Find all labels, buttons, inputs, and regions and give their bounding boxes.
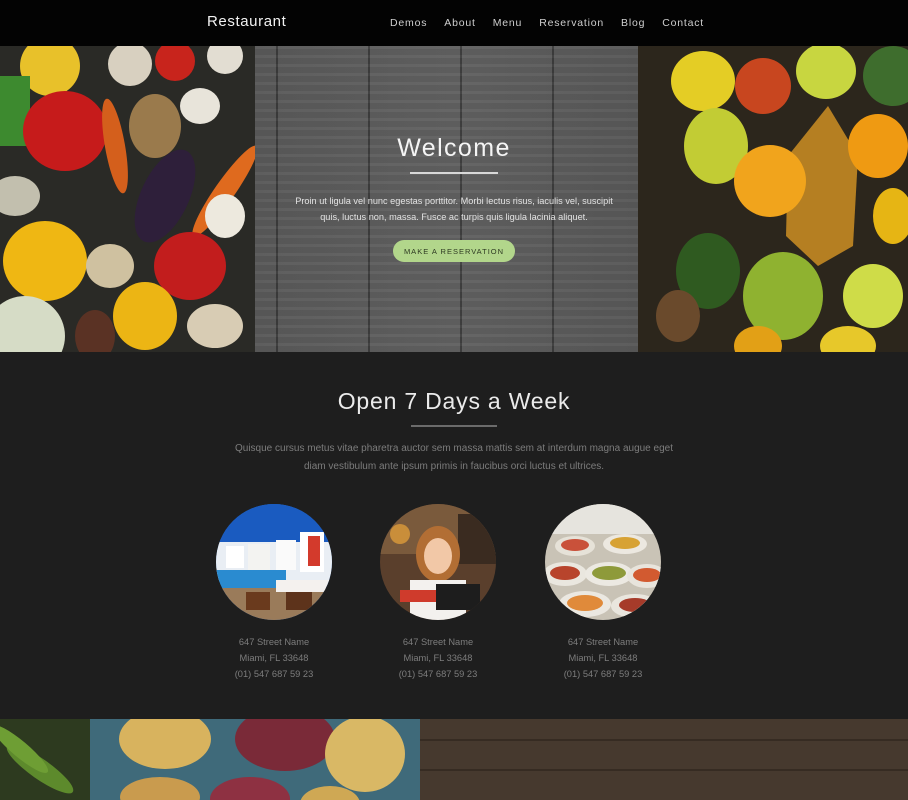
brand-logo[interactable]: Restaurant — [207, 13, 286, 30]
section-title: Open 7 Days a Week — [337, 388, 571, 414]
phone-number: (01) 547 687 59 23 — [563, 669, 643, 679]
make-reservation-button[interactable]: MAKE A RESERVATION — [393, 240, 515, 262]
nav-link-reservation[interactable]: Reservation — [539, 17, 604, 29]
location-card: 647 Street Name Miami, FL 33648 (01) 547… — [545, 504, 663, 679]
location-card: 647 Street Name Miami, FL 33648 (01) 547… — [380, 504, 498, 679]
city-address: Miami, FL 33648 — [403, 653, 473, 663]
location-address: 647 Street Name Miami, FL 33648 (01) 547… — [525, 634, 681, 682]
seaside-restaurant-photo[interactable] — [216, 504, 332, 620]
fruits-image — [638, 46, 908, 352]
phone-number: (01) 547 687 59 23 — [398, 669, 478, 679]
hours-section: Open 7 Days a Week Quisque cursus metus … — [0, 352, 908, 719]
section-divider — [411, 425, 497, 427]
waitress-photo[interactable] — [380, 504, 496, 620]
phone-number: (01) 547 687 59 23 — [234, 669, 314, 679]
nav-link-demos[interactable]: Demos — [390, 17, 427, 29]
hero-banner: Welcome Proin ut ligula vel nunc egestas… — [0, 46, 908, 352]
potatoes-banner — [0, 719, 908, 800]
street-address: 647 Street Name — [238, 637, 310, 647]
hero-divider — [410, 172, 498, 174]
street-address: 647 Street Name — [567, 637, 639, 647]
city-address: Miami, FL 33648 — [239, 653, 309, 663]
location-card: 647 Street Name Miami, FL 33648 (01) 547… — [216, 504, 334, 679]
section-description: Quisque cursus metus vitae pharetra auct… — [235, 443, 673, 472]
nav-link-about[interactable]: About — [444, 17, 475, 29]
street-address: 647 Street Name — [402, 637, 474, 647]
hero-title: Welcome — [397, 134, 511, 162]
location-address: 647 Street Name Miami, FL 33648 (01) 547… — [196, 634, 352, 682]
nav-link-menu[interactable]: Menu — [493, 17, 522, 29]
buffet-food-photo[interactable] — [545, 504, 661, 620]
city-address: Miami, FL 33648 — [568, 653, 638, 663]
location-address: 647 Street Name Miami, FL 33648 (01) 547… — [360, 634, 516, 682]
nav-link-blog[interactable]: Blog — [621, 17, 645, 29]
main-menu: Demos About Menu Reservation Blog Contac… — [390, 0, 721, 46]
hero-description: Proin ut ligula vel nunc egestas porttit… — [295, 196, 613, 222]
top-navbar: Restaurant Demos About Menu Reservation … — [0, 0, 908, 46]
vegetables-image — [0, 46, 255, 352]
potatoes-image — [0, 719, 908, 800]
nav-link-contact[interactable]: Contact — [662, 17, 704, 29]
